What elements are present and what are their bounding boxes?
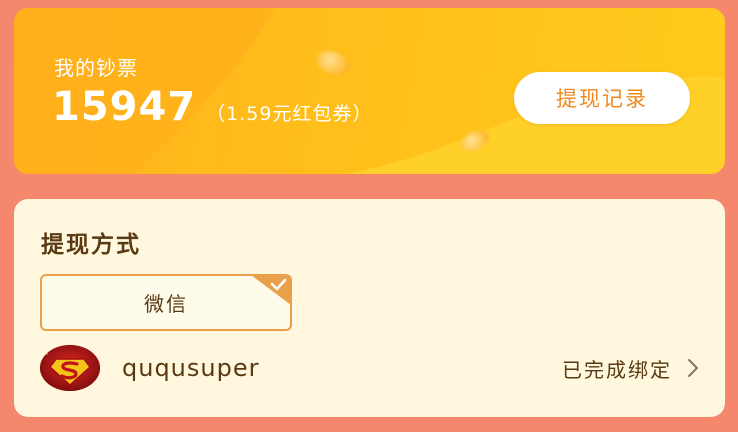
withdraw-method-card: 提现方式 微信 ququsuper 已完成绑定 <box>14 199 725 417</box>
superman-avatar <box>40 345 100 391</box>
chevron-right-icon <box>688 359 698 377</box>
wechat-option-label: 微信 <box>144 292 188 316</box>
account-name: ququsuper <box>122 354 260 382</box>
balance-amount: 15947 <box>52 84 197 130</box>
bind-status: 已完成绑定 <box>562 357 672 382</box>
wechat-option[interactable]: 微信 <box>40 274 292 331</box>
avatar <box>40 345 100 391</box>
check-icon <box>252 276 290 305</box>
withdraw-record-button[interactable]: 提现记录 <box>514 72 690 124</box>
balance-row: 15947 （1.59元红包券） <box>52 84 372 130</box>
bound-account-row[interactable]: ququsuper 已完成绑定 <box>40 341 700 395</box>
balance-title: 我的钞票 <box>54 56 138 80</box>
red-packet-voucher-value: （1.59元红包券） <box>206 103 373 125</box>
balance-card: 我的钞票 15947 （1.59元红包券） 提现记录 <box>14 8 725 174</box>
withdraw-method-title: 提现方式 <box>41 232 141 258</box>
